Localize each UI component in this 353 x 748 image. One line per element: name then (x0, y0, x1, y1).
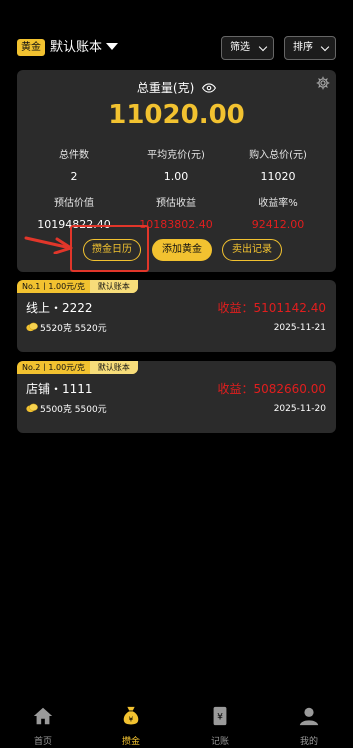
record-account: 默认账本 (89, 280, 138, 293)
record-title: 店铺・1111 (26, 382, 93, 396)
highlight-annotation (70, 225, 149, 272)
record-card[interactable]: No.1丨1.00元/克 默认账本 线上・2222 收益：5101142.40 … (17, 280, 336, 352)
user-icon (299, 707, 319, 726)
tab-gold[interactable]: ¥ 攒金 (101, 705, 161, 747)
record-weight: 5520克 5520元 (26, 322, 107, 336)
record-card[interactable]: No.2丨1.00元/克 默认账本 店铺・1111 收益：5082660.00 … (17, 361, 336, 433)
filter-button[interactable]: 筛选 (221, 36, 274, 60)
stat-value: 11020 (260, 170, 296, 183)
tab-home[interactable]: 首页 (13, 705, 73, 747)
tab-book[interactable]: ¥ 记账 (190, 705, 250, 747)
svg-text:¥: ¥ (217, 712, 223, 723)
record-weight: 5500克 5500元 (26, 403, 107, 417)
record-account: 默认账本 (89, 361, 138, 374)
add-gold-button[interactable]: 添加黄金 (152, 239, 212, 261)
record-title: 线上・2222 (26, 301, 93, 315)
stat-label: 总件数 (59, 150, 89, 161)
eye-icon[interactable] (202, 83, 217, 93)
home-icon (33, 707, 53, 725)
gold-category-badge[interactable]: 黄金 (17, 39, 45, 56)
total-weight-value: 11020.00 (108, 100, 245, 130)
coin-icon (26, 403, 38, 413)
record-weight-text: 5520克 5520元 (40, 324, 107, 334)
sort-button[interactable]: 排序 (284, 36, 336, 60)
record-date: 2025-11-20 (273, 404, 326, 414)
record-number: No.2丨1.00元/克 (22, 363, 85, 372)
coin-icon (26, 322, 38, 332)
stat-label: 购入总价(元) (249, 150, 307, 161)
stat-label: 收益率% (258, 198, 298, 209)
filter-label: 筛选 (230, 42, 250, 53)
stat-avg-price: 平均克价(元) 1.00 (123, 146, 229, 183)
record-profit: 收益：5101142.40 (217, 301, 326, 315)
total-weight-title: 总重量(克) (17, 79, 336, 96)
stat-profit-rate: 收益率% 92412.00 (225, 194, 331, 231)
tab-label: 我的 (299, 737, 318, 747)
stat-value: 1.00 (163, 170, 189, 183)
chevron-down-icon (258, 42, 268, 52)
tab-mine[interactable]: 我的 (279, 705, 339, 747)
record-date: 2025-11-21 (273, 323, 326, 333)
caret-down-icon[interactable] (106, 43, 118, 50)
tab-label: 记账 (210, 737, 229, 747)
stat-label: 预估收益 (156, 198, 196, 209)
stat-label: 预估价值 (54, 198, 94, 209)
chevron-down-icon (320, 42, 330, 52)
record-tag: No.2丨1.00元/克 默认账本 (17, 361, 138, 374)
money-bag-icon: ¥ (123, 706, 139, 725)
svg-text:¥: ¥ (129, 715, 134, 724)
ledger-icon: ¥ (213, 706, 227, 726)
sell-records-button[interactable]: 卖出记录 (222, 239, 282, 261)
record-weight-text: 5500克 5500元 (40, 405, 107, 415)
top-bar: 黄金 默认账本 筛选 排序 (0, 34, 353, 62)
arrow-annotation (24, 236, 73, 254)
total-weight-label: 总重量(克) (136, 81, 195, 95)
record-profit: 收益：5082660.00 (217, 382, 326, 396)
sort-label: 排序 (293, 42, 313, 53)
record-tag: No.1丨1.00元/克 默认账本 (17, 280, 138, 293)
account-selector[interactable]: 默认账本 (50, 38, 102, 57)
stat-purchase-total: 购入总价(元) 11020 (225, 146, 331, 183)
record-number: No.1丨1.00元/克 (22, 282, 85, 291)
stat-value: 2 (70, 170, 78, 183)
stat-label: 平均克价(元) (147, 150, 205, 161)
bottom-tab-bar: 首页 ¥ 攒金 ¥ 记账 我的 (0, 705, 353, 748)
tab-label: 攒金 (121, 737, 140, 747)
stat-value: 92412.00 (251, 218, 305, 231)
tab-label: 首页 (33, 737, 52, 747)
stat-total-count: 总件数 2 (21, 146, 127, 183)
